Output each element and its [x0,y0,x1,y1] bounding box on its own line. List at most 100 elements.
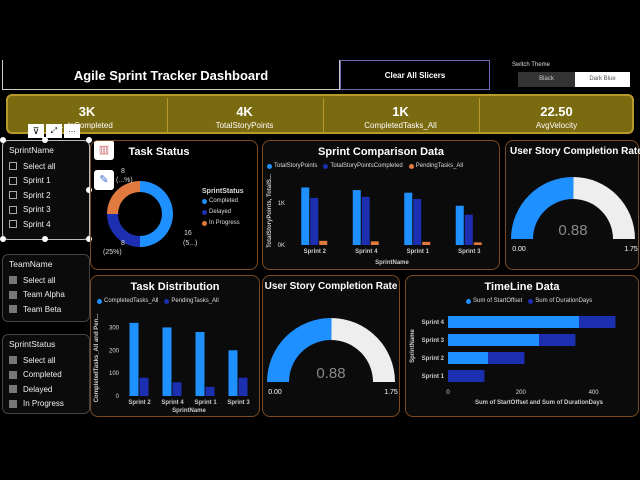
bar-sum-of-durationdays-sprint-2 [488,352,525,364]
x-tick-label: Sprint 1 [194,400,217,406]
donut-slice-in-progress [107,181,140,214]
slicer-option[interactable]: Select all [9,159,83,174]
task-distribution-card: Task Distribution CompletedTasks_All Pen… [90,275,260,417]
bar-pendingtasks_all-sprint-2 [319,240,328,245]
card-title: TimeLine Data [484,281,560,293]
checkbox[interactable] [9,205,17,214]
donut-legend: SprintStatus Completed Delayed In Progre… [202,188,244,226]
bar-totalstorypoints-sprint-2 [301,187,310,245]
x-tick-label: Sprint 4 [355,249,378,255]
y-tick-label: 200 [109,348,120,354]
bar-totalstorypointscompleted-sprint-4 [361,196,370,245]
more-options-icon[interactable]: … [64,124,80,138]
y-tick-label: Sprint 1 [422,374,445,380]
donut-label-top: 8 [121,168,125,175]
legend-item[interactable]: CompletedTasks_All [97,298,158,304]
x-tick-label: 0 [446,390,450,396]
checkbox[interactable] [9,385,17,394]
checkbox[interactable] [9,305,17,314]
completion-rate-card-2: User Story Completion Rate 0.88 0.00 1.75 [262,275,400,417]
bar-sum-of-durationdays-sprint-3 [539,334,576,346]
option-label: Sprint 2 [23,190,51,200]
slicer-option[interactable]: Sprint 3 [9,203,83,218]
y-tick-label: 0 [116,394,120,400]
legend-item[interactable]: Sum of DurationDays [528,298,592,304]
bar-totalstorypointscompleted-sprint-3 [464,214,473,245]
x-tick-label: Sprint 2 [128,400,151,406]
kpi-completed-tasks: 1K CompletedTasks_All [323,98,477,132]
kpi-value: 22.50 [540,104,573,119]
filter-icon[interactable]: ⊽ [28,124,44,138]
status-slicer[interactable]: SprintStatus Select all Completed Delaye… [2,334,90,414]
chart-legend: CompletedTasks_All PendingTasks_All [97,298,219,304]
checkbox[interactable] [9,356,17,365]
option-label: Team Beta [23,304,62,314]
timeline-chart: Sprint 4 Sprint 3 Sprint 2 Sprint 1 0 200 400 S… [410,316,616,406]
checkbox[interactable] [9,370,17,379]
legend-item[interactable]: Completed [202,198,244,204]
legend-item[interactable]: Sum of StartOffset [466,298,522,304]
option-label: Completed [23,370,62,380]
completion-gauge: 0.88 0.00 1.75 [511,177,638,253]
theme-black-button[interactable]: Black [518,72,575,87]
checkbox[interactable] [9,290,17,299]
bar-totalstorypoints-sprint-1 [404,192,413,245]
kpi-label: TotalStoryPoints [215,121,274,130]
option-label: Select all [23,275,56,285]
legend-item[interactable]: PendingTasks_All [164,298,219,304]
slicer-option[interactable]: Select all [9,273,83,288]
checkbox[interactable] [9,162,17,171]
legend-title: SprintStatus [202,188,244,195]
theme-darkblue-button[interactable]: Dark Blue [575,72,630,87]
card-title: Task Status [128,146,190,158]
card-title: User Story Completion Rate [510,146,640,157]
legend-item[interactable]: PendingTasks_All [408,163,463,169]
legend-item[interactable]: TotalStoryPoints [267,163,317,169]
option-label: Sprint 4 [23,219,51,229]
slicer-option[interactable]: Sprint 4 [9,217,83,232]
checkbox[interactable] [9,276,17,285]
bar-completedtasks_all-sprint-2 [129,322,139,396]
clear-slicers-button[interactable]: Clear All Slicers [340,60,490,90]
bar-sum-of-durationdays-sprint-1 [448,370,485,382]
y-tick-label: 300 [109,325,120,331]
slicer-option[interactable]: Sprint 1 [9,174,83,189]
gauge-value-label: 0.88 [316,365,345,382]
kpi-value: 3K [78,104,96,119]
team-slicer[interactable]: TeamName Select all Team Alpha Team Beta [2,254,90,322]
slicer-option[interactable]: In Progress [9,397,83,412]
gauge-value-label: 0.88 [558,222,587,239]
kpi-value: 1K [392,104,409,119]
kpi-label: CompletedTasks_All [364,121,437,130]
x-tick-label: Sprint 1 [407,249,430,255]
option-label: Team Alpha [23,290,65,300]
checkbox[interactable] [9,399,17,408]
slicer-option[interactable]: Delayed [9,382,83,397]
kpi-avg-velocity: 22.50 AvgVelocity [479,98,633,132]
legend-item[interactable]: In Progress [202,220,244,226]
slicer-option[interactable]: Completed [9,368,83,383]
checkbox[interactable] [9,176,17,185]
slicer-option[interactable]: Team Alpha [9,288,83,303]
bar-pendingtasks_all-sprint-4 [172,382,182,396]
slicer-option[interactable]: Team Beta [9,302,83,317]
option-label: Delayed [23,384,53,394]
slicer-option[interactable]: Select all [9,353,83,368]
completion-gauge: 0.88 0.00 1.75 [267,318,398,396]
slicer-option[interactable]: Sprint 2 [9,188,83,203]
checkbox[interactable] [9,191,17,200]
y-axis-title: SprintName [410,329,416,363]
bar-pendingtasks_all-sprint-2 [139,377,149,396]
y-tick-label: Sprint 4 [422,320,445,326]
donut-label-right-pct: (5...) [183,240,198,247]
option-label: Select all [23,355,56,365]
legend-item[interactable]: TotalStoryPointsCompleted [323,163,403,169]
chart-legend: TotalStoryPoints TotalStoryPointsComplet… [267,163,463,169]
option-label: In Progress [23,399,64,409]
bar-sum-of-startoffset-sprint-2 [448,352,489,364]
legend-item[interactable]: Delayed [202,209,244,215]
x-tick-label: Sprint 3 [227,400,250,406]
checkbox[interactable] [9,220,17,229]
donut-label-right: 16 [184,230,192,237]
focus-mode-icon[interactable]: ⤢ [46,124,62,138]
